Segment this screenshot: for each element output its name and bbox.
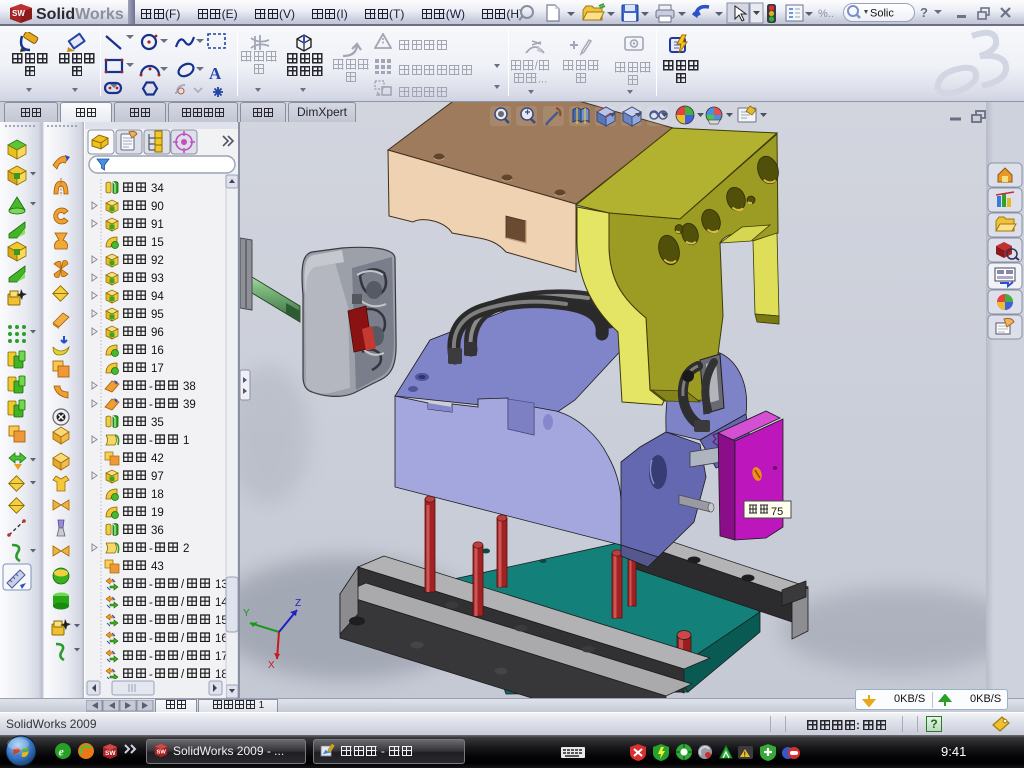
svg-text:A: A bbox=[209, 64, 222, 83]
svg-text:Solic: Solic bbox=[870, 8, 894, 20]
svg-text:16: 16 bbox=[151, 345, 164, 357]
svg-text:95: 95 bbox=[151, 309, 164, 321]
svg-text:2: 2 bbox=[183, 543, 189, 555]
svg-text:-: - bbox=[149, 399, 153, 411]
svg-text:75: 75 bbox=[771, 506, 783, 518]
svg-text:-: - bbox=[149, 543, 153, 555]
svg-text:15: 15 bbox=[151, 237, 164, 249]
svg-text:!: ! bbox=[744, 752, 746, 759]
svg-text:34: 34 bbox=[151, 183, 164, 195]
svg-text:X: X bbox=[268, 660, 275, 671]
svg-text:SW: SW bbox=[105, 750, 116, 757]
svg-text:-: - bbox=[149, 579, 153, 591]
svg-text:1: 1 bbox=[183, 435, 189, 447]
svg-text:90: 90 bbox=[151, 201, 164, 213]
svg-text:96: 96 bbox=[151, 327, 164, 339]
svg-text:-: - bbox=[149, 651, 153, 663]
svg-text:92: 92 bbox=[151, 255, 164, 267]
svg-text:17: 17 bbox=[151, 363, 164, 375]
svg-text:91: 91 bbox=[151, 219, 164, 231]
svg-text:39: 39 bbox=[183, 399, 196, 411]
svg-text:Y: Y bbox=[243, 608, 250, 619]
svg-text:36: 36 bbox=[151, 525, 164, 537]
svg-text:38: 38 bbox=[183, 381, 196, 393]
svg-text:42: 42 bbox=[151, 453, 164, 465]
svg-text:-: - bbox=[149, 633, 153, 645]
svg-text:-: - bbox=[149, 615, 153, 627]
svg-text:-: - bbox=[149, 381, 153, 393]
svg-text:-: - bbox=[149, 435, 153, 447]
svg-text:SW: SW bbox=[12, 9, 25, 18]
svg-text:94: 94 bbox=[151, 291, 164, 303]
svg-text:93: 93 bbox=[151, 273, 164, 285]
svg-text:Z: Z bbox=[295, 598, 301, 609]
svg-text:SolidWorks: SolidWorks bbox=[36, 6, 124, 23]
svg-text:%..: %.. bbox=[818, 8, 834, 20]
svg-text:19: 19 bbox=[151, 507, 164, 519]
svg-text:SW: SW bbox=[157, 750, 167, 756]
svg-text:e: e bbox=[59, 745, 65, 759]
svg-text:-: - bbox=[149, 597, 153, 609]
svg-text:97: 97 bbox=[151, 471, 164, 483]
svg-text:43: 43 bbox=[151, 561, 164, 573]
svg-text:18: 18 bbox=[151, 489, 164, 501]
svg-text:35: 35 bbox=[151, 417, 164, 429]
